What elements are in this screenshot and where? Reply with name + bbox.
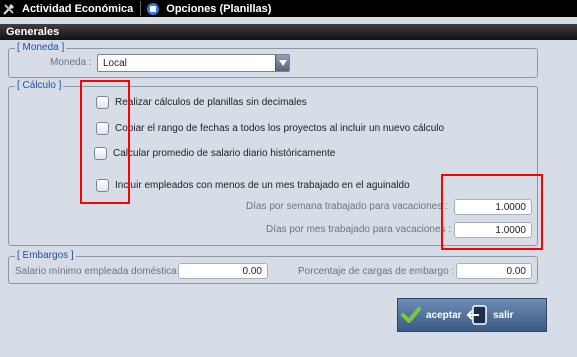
top-tab-bar: Actividad Económica Opciones (Planillas) bbox=[0, 0, 577, 17]
moneda-select[interactable]: Local bbox=[97, 54, 290, 72]
checkbox-label: Copiar el rango de fechas a todos los pr… bbox=[115, 123, 445, 134]
calculo-legend: [ Cálculo ] bbox=[15, 80, 64, 91]
porcentaje-embargo-label: Porcentaje de cargas de embargo : bbox=[298, 266, 455, 277]
moneda-selected-value: Local bbox=[103, 58, 127, 69]
tab-label: Opciones (Planillas) bbox=[166, 2, 272, 15]
salario-minimo-input[interactable]: 0.00 bbox=[178, 263, 268, 279]
embargos-legend: [ Embargos ] bbox=[15, 250, 76, 261]
checkbox-label: Calcular promedio de salario diario hist… bbox=[113, 148, 336, 159]
checkbox-incluir-empleados[interactable]: Incluir empleados con menos de un mes tr… bbox=[96, 179, 410, 192]
dias-semana-label: Días por semana trabajado para vacacione… bbox=[246, 201, 448, 212]
exit-label: salir bbox=[493, 309, 514, 321]
spacer bbox=[0, 17, 577, 24]
accept-label: aceptar bbox=[426, 309, 462, 321]
checkbox-label: Incluir empleados con menos de un mes tr… bbox=[115, 180, 410, 191]
section-title: Generales bbox=[0, 24, 577, 40]
checkbox-copiar-rango[interactable]: Copiar el rango de fechas a todos los pr… bbox=[96, 122, 444, 135]
tools-icon bbox=[2, 2, 16, 16]
tab-actividad-economica[interactable]: Actividad Económica bbox=[0, 0, 137, 17]
exit-icon bbox=[465, 303, 489, 327]
moneda-legend: [ Moneda ] bbox=[15, 42, 67, 53]
highlight-box-vacaciones bbox=[441, 174, 543, 250]
tab-label: Actividad Económica bbox=[22, 2, 134, 15]
tab-divider bbox=[140, 1, 142, 16]
options-icon bbox=[146, 2, 160, 16]
salario-minimo-label: Salario mínimo empleada doméstica bbox=[15, 266, 177, 277]
accept-button[interactable]: aceptar bbox=[400, 303, 462, 327]
dias-mes-label: Días por mes trabajado para vacaciones : bbox=[266, 224, 452, 235]
action-bar: aceptar salir bbox=[397, 298, 547, 332]
porcentaje-embargo-input[interactable]: 0.00 bbox=[456, 263, 532, 279]
highlight-box-checkboxes bbox=[80, 80, 130, 204]
checkbox-label: Realizar cálculos de planillas sin decim… bbox=[115, 97, 307, 108]
check-icon bbox=[400, 303, 422, 327]
moneda-label: Moneda : bbox=[50, 57, 92, 68]
checkbox-promedio-salario[interactable]: Calcular promedio de salario diario hist… bbox=[94, 147, 335, 160]
chevron-down-icon[interactable] bbox=[275, 55, 289, 71]
exit-button[interactable]: salir bbox=[465, 303, 514, 327]
tab-opciones-planillas[interactable]: Opciones (Planillas) bbox=[144, 0, 275, 17]
